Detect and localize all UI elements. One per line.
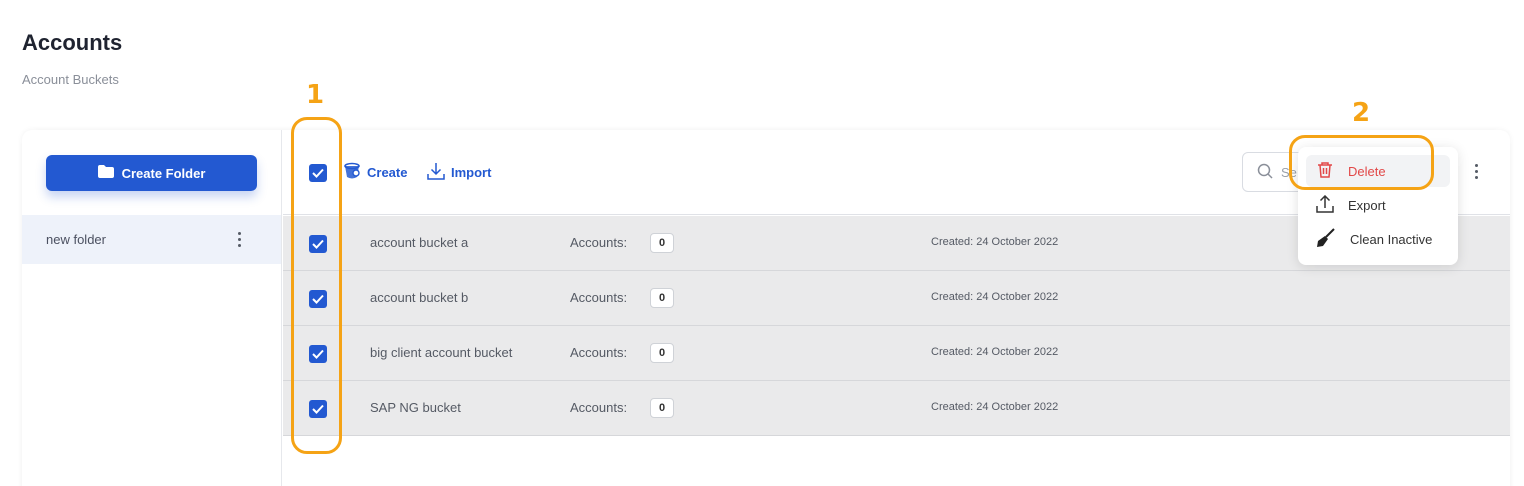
- menu-item-clean-inactive[interactable]: Clean Inactive: [1306, 223, 1450, 255]
- accounts-count-badge: 0: [650, 343, 674, 363]
- menu-item-export[interactable]: Export: [1306, 189, 1450, 221]
- create-folder-label: Create Folder: [121, 165, 206, 181]
- created-date: Created: 24 October 2022: [931, 291, 1059, 303]
- folder-sidebar: Create Folder new folder: [22, 130, 282, 486]
- annotation-label-1: 1: [306, 80, 325, 110]
- create-bucket-button[interactable]: Create: [343, 162, 407, 183]
- import-button[interactable]: Import: [427, 162, 491, 183]
- annotation-box-2: [1289, 135, 1434, 190]
- accounts-label: Accounts:: [570, 400, 628, 415]
- accounts-count-badge: 0: [650, 398, 674, 418]
- table-row[interactable]: big client account bucket Accounts: 0 Cr…: [283, 326, 1510, 381]
- bucket-icon: [343, 162, 361, 183]
- page: Accounts Account Buckets Create Folder n…: [0, 0, 1524, 486]
- created-date: Created: 24 October 2022: [931, 401, 1059, 413]
- more-options-kebab-icon[interactable]: [1471, 164, 1481, 179]
- bucket-name[interactable]: account bucket a: [370, 235, 468, 250]
- page-subtitle: Account Buckets: [22, 72, 119, 87]
- folder-kebab-icon[interactable]: [234, 232, 244, 247]
- accounts-label: Accounts:: [570, 290, 628, 305]
- page-title: Accounts: [22, 30, 123, 55]
- download-icon: [427, 162, 445, 183]
- import-label: Import: [451, 165, 492, 180]
- table-row[interactable]: account bucket b Accounts: 0 Created: 24…: [283, 271, 1510, 326]
- table-row[interactable]: SAP NG bucket Accounts: 0 Created: 24 Oc…: [283, 381, 1510, 436]
- folder-label: new folder: [46, 232, 106, 247]
- create-folder-button[interactable]: Create Folder: [46, 155, 257, 191]
- created-date: Created: 24 October 2022: [931, 236, 1059, 248]
- annotation-label-2: 2: [1352, 98, 1371, 128]
- bucket-name[interactable]: SAP NG bucket: [370, 400, 461, 415]
- folder-icon: [97, 165, 114, 181]
- bucket-name[interactable]: big client account bucket: [370, 345, 512, 360]
- sidebar-item-new-folder[interactable]: new folder: [22, 215, 281, 264]
- create-label: Create: [367, 165, 408, 180]
- accounts-label: Accounts:: [570, 235, 628, 250]
- clean-inactive-label: Clean Inactive: [1350, 231, 1433, 247]
- upload-icon: [1316, 194, 1334, 216]
- search-icon: [1257, 163, 1273, 182]
- created-date: Created: 24 October 2022: [931, 346, 1059, 358]
- bucket-name[interactable]: account bucket b: [370, 290, 468, 305]
- broom-icon: [1316, 227, 1336, 251]
- accounts-count-badge: 0: [650, 233, 674, 253]
- accounts-count-badge: 0: [650, 288, 674, 308]
- export-label: Export: [1348, 197, 1386, 213]
- annotation-box-1: [291, 117, 342, 454]
- buckets-panel: Create Folder new folder Create Import S…: [22, 130, 1510, 486]
- accounts-label: Accounts:: [570, 345, 628, 360]
